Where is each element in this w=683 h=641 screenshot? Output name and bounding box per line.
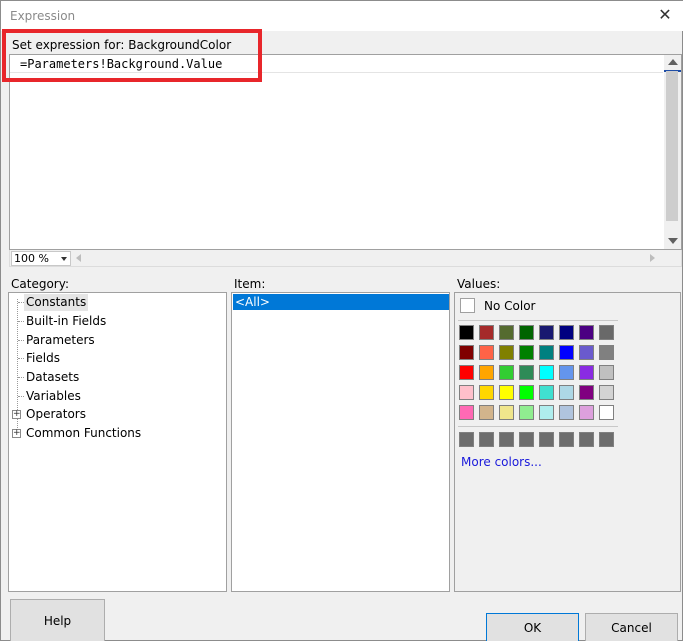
custom-color-swatch[interactable] (599, 432, 614, 447)
values-panel: No Color More colors... (454, 292, 681, 592)
custom-color-swatch[interactable] (499, 432, 514, 447)
color-swatch[interactable] (499, 385, 514, 400)
zoom-select[interactable]: 100 % (11, 251, 71, 266)
color-swatch[interactable] (499, 365, 514, 380)
color-swatch[interactable] (499, 405, 514, 420)
expression-editor[interactable]: =Parameters!Background.Value (9, 54, 682, 250)
custom-color-swatch[interactable] (579, 432, 594, 447)
color-swatch[interactable] (519, 365, 534, 380)
color-swatch[interactable] (599, 325, 614, 340)
values-label: Values: (457, 277, 501, 291)
color-swatch[interactable] (459, 405, 474, 420)
color-swatch[interactable] (579, 385, 594, 400)
scroll-left-icon[interactable] (76, 254, 81, 262)
color-swatch[interactable] (519, 385, 534, 400)
scroll-thumb[interactable] (666, 71, 678, 221)
color-swatch[interactable] (539, 405, 554, 420)
color-swatch[interactable] (459, 365, 474, 380)
category-datasets[interactable]: Datasets (24, 369, 81, 386)
color-swatch[interactable] (479, 325, 494, 340)
color-swatch[interactable] (539, 385, 554, 400)
color-swatch[interactable] (479, 365, 494, 380)
help-button[interactable]: Help (10, 599, 105, 641)
ok-button[interactable]: OK (486, 613, 579, 641)
category-common-functions[interactable]: Common Functions (24, 425, 143, 442)
color-swatch[interactable] (579, 365, 594, 380)
color-swatch[interactable] (599, 385, 614, 400)
item-all[interactable]: <All> (233, 294, 449, 310)
custom-color-swatches (459, 432, 619, 449)
color-swatch[interactable] (499, 325, 514, 340)
color-swatch[interactable] (519, 345, 534, 360)
color-swatch[interactable] (559, 385, 574, 400)
custom-color-swatch[interactable] (539, 432, 554, 447)
no-color-swatch[interactable] (460, 298, 475, 313)
color-swatch[interactable] (559, 365, 574, 380)
category-operators[interactable]: Operators (24, 406, 88, 423)
separator (458, 426, 618, 427)
color-swatch[interactable] (579, 345, 594, 360)
separator (458, 320, 618, 321)
chevron-down-icon (61, 257, 67, 261)
category-tree[interactable]: Constants Built-in Fields Parameters Fie… (8, 292, 227, 592)
dialog-title: Expression (10, 9, 76, 23)
color-swatch[interactable] (579, 405, 594, 420)
custom-color-swatch[interactable] (559, 432, 574, 447)
zoom-value: 100 % (14, 252, 49, 265)
color-swatch[interactable] (479, 345, 494, 360)
color-swatch[interactable] (519, 325, 534, 340)
color-swatch[interactable] (479, 385, 494, 400)
item-label: Item: (234, 277, 266, 291)
color-swatch[interactable] (539, 325, 554, 340)
color-swatch[interactable] (559, 405, 574, 420)
expand-common-functions-icon[interactable]: + (12, 429, 21, 438)
category-fields[interactable]: Fields (24, 350, 62, 367)
color-swatch[interactable] (499, 345, 514, 360)
close-icon[interactable]: ✕ (656, 5, 674, 25)
color-swatch[interactable] (599, 365, 614, 380)
no-color-label[interactable]: No Color (484, 299, 535, 313)
color-swatch[interactable] (539, 345, 554, 360)
color-swatch[interactable] (519, 405, 534, 420)
highlight-annotation-box (2, 29, 262, 82)
custom-color-swatch[interactable] (519, 432, 534, 447)
category-variables[interactable]: Variables (24, 388, 83, 405)
color-swatch-grid (459, 325, 619, 425)
cancel-button[interactable]: Cancel (585, 613, 678, 641)
color-swatch[interactable] (459, 325, 474, 340)
color-swatch[interactable] (459, 385, 474, 400)
color-swatch[interactable] (599, 405, 614, 420)
item-list[interactable]: <All> (231, 292, 450, 592)
scroll-up-icon[interactable] (668, 59, 678, 65)
title-bar: Expression ✕ (1, 1, 683, 31)
color-swatch[interactable] (479, 405, 494, 420)
editor-vertical-scrollbar[interactable] (664, 55, 681, 249)
category-parameters[interactable]: Parameters (24, 332, 97, 349)
color-swatch[interactable] (459, 345, 474, 360)
color-swatch[interactable] (559, 345, 574, 360)
color-swatch[interactable] (599, 345, 614, 360)
editor-horizontal-bar: 100 % (9, 250, 682, 267)
color-swatch[interactable] (539, 365, 554, 380)
expression-dialog: Expression ✕ Set expression for: Backgro… (0, 0, 683, 641)
color-swatch[interactable] (579, 325, 594, 340)
custom-color-swatch[interactable] (459, 432, 474, 447)
custom-color-swatch[interactable] (479, 432, 494, 447)
scroll-down-icon[interactable] (668, 238, 678, 244)
color-swatch[interactable] (559, 325, 574, 340)
category-built-in-fields[interactable]: Built-in Fields (24, 313, 108, 330)
category-label: Category: (11, 277, 69, 291)
category-constants[interactable]: Constants (24, 294, 89, 311)
expand-operators-icon[interactable]: + (12, 410, 21, 419)
scroll-right-icon[interactable] (650, 254, 655, 262)
more-colors-link[interactable]: More colors... (461, 455, 542, 469)
